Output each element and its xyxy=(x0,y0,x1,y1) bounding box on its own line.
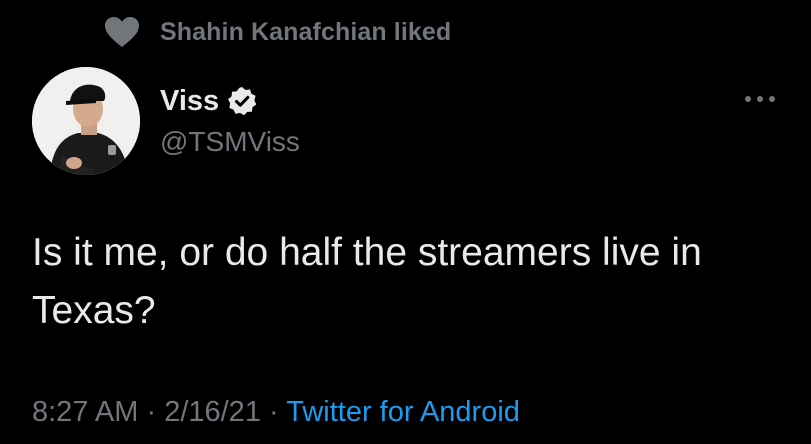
author-display-name[interactable]: Viss xyxy=(160,85,219,118)
social-context-text: Shahin Kanafchian liked xyxy=(160,17,452,46)
author-block: Viss @TSMViss xyxy=(160,82,300,158)
meta-separator: · xyxy=(138,396,165,428)
heart-icon xyxy=(104,16,140,48)
avatar[interactable] xyxy=(32,67,140,175)
meta-separator: · xyxy=(260,396,287,428)
verified-badge-icon xyxy=(227,86,257,116)
tweet-card[interactable]: Shahin Kanafchian liked Viss @TSMViss Is… xyxy=(0,0,811,444)
tweet-date[interactable]: 2/16/21 xyxy=(164,396,261,428)
author-name-row: Viss xyxy=(160,82,300,120)
author-handle[interactable]: @TSMViss xyxy=(160,126,300,158)
tweet-source-link[interactable]: Twitter for Android xyxy=(286,396,520,428)
tweet-meta: 8:27 AM · 2/16/21 · Twitter for Android xyxy=(32,396,520,429)
social-context: Shahin Kanafchian liked xyxy=(104,14,451,50)
tweet-time: 8:27 AM xyxy=(32,396,139,428)
more-options-icon[interactable] xyxy=(745,92,775,106)
tweet-text: Is it me, or do half the streamers live … xyxy=(32,231,702,332)
